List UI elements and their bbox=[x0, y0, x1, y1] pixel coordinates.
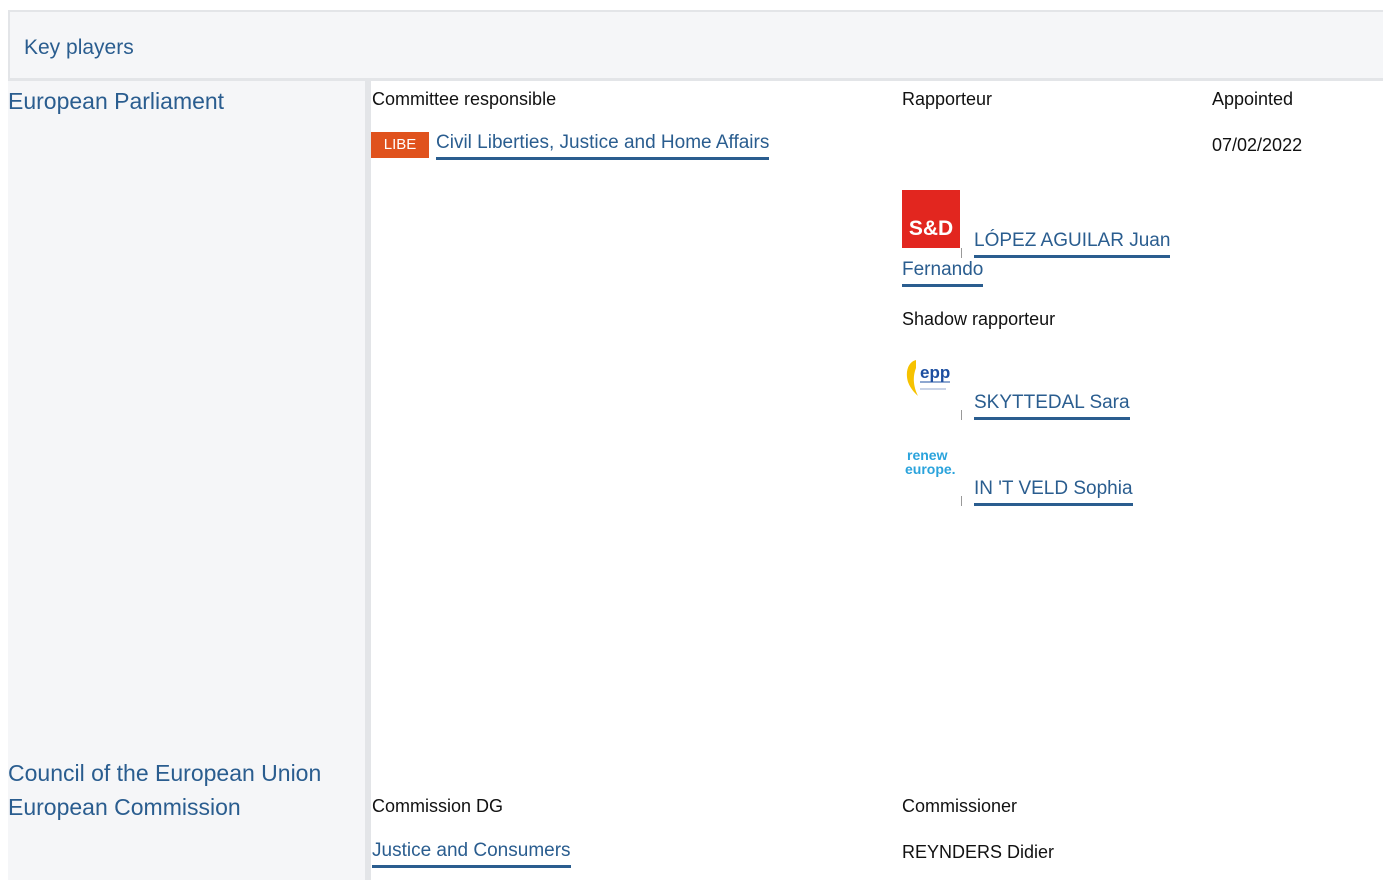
shadow-rapporteur-link-skyttedal[interactable]: SKYTTEDAL Sara bbox=[974, 391, 1130, 420]
committee-link[interactable]: Civil Liberties, Justice and Home Affair… bbox=[436, 131, 770, 160]
svg-text:europe.: europe. bbox=[905, 461, 956, 477]
commissioner-name: REYNDERS Didier bbox=[902, 842, 1055, 862]
logo-tick bbox=[961, 410, 962, 420]
shadow-rapporteur-link-in-t-veld[interactable]: IN 'T VELD Sophia bbox=[974, 477, 1133, 506]
commission-dg-link[interactable]: Justice and Consumers bbox=[372, 839, 571, 868]
commissioner-label: Commissioner bbox=[902, 796, 1018, 816]
institution-european-parliament[interactable]: European Parliament bbox=[8, 86, 224, 116]
epp-logo-graphic: epp bbox=[906, 360, 950, 396]
sd-group-logo: S&D bbox=[902, 190, 960, 248]
shadow-rapporteur-label: Shadow rapporteur bbox=[902, 309, 1056, 329]
appointed-label: Appointed bbox=[1212, 89, 1294, 109]
key-players-header: Key players bbox=[8, 10, 1383, 81]
renew-logo-graphic: renew europe. bbox=[905, 447, 956, 477]
logo-tick bbox=[961, 496, 962, 506]
rapporteur-name-link-line2[interactable]: Fernando bbox=[902, 258, 984, 287]
epp-group-logo: epp bbox=[902, 350, 960, 408]
committee-responsible-label: Committee responsible bbox=[372, 89, 557, 109]
sd-logo-text: S&D bbox=[908, 217, 954, 240]
institution-european-commission[interactable]: European Commission bbox=[8, 792, 241, 822]
renew-europe-group-logo: renew europe. bbox=[902, 436, 960, 494]
appointed-date: 07/02/2022 bbox=[1212, 135, 1303, 155]
committee-code-badge: LIBE bbox=[371, 132, 429, 158]
epp-logo-text: epp bbox=[920, 363, 950, 382]
commission-dg-label: Commission DG bbox=[372, 796, 504, 816]
section-title: Key players bbox=[24, 36, 134, 59]
rapporteur-name-link-line1[interactable]: LÓPEZ AGUILAR Juan bbox=[974, 229, 1171, 258]
logo-tick bbox=[961, 248, 962, 258]
column-divider bbox=[365, 81, 371, 880]
institution-council[interactable]: Council of the European Union bbox=[8, 758, 321, 788]
rapporteur-label: Rapporteur bbox=[902, 89, 993, 109]
